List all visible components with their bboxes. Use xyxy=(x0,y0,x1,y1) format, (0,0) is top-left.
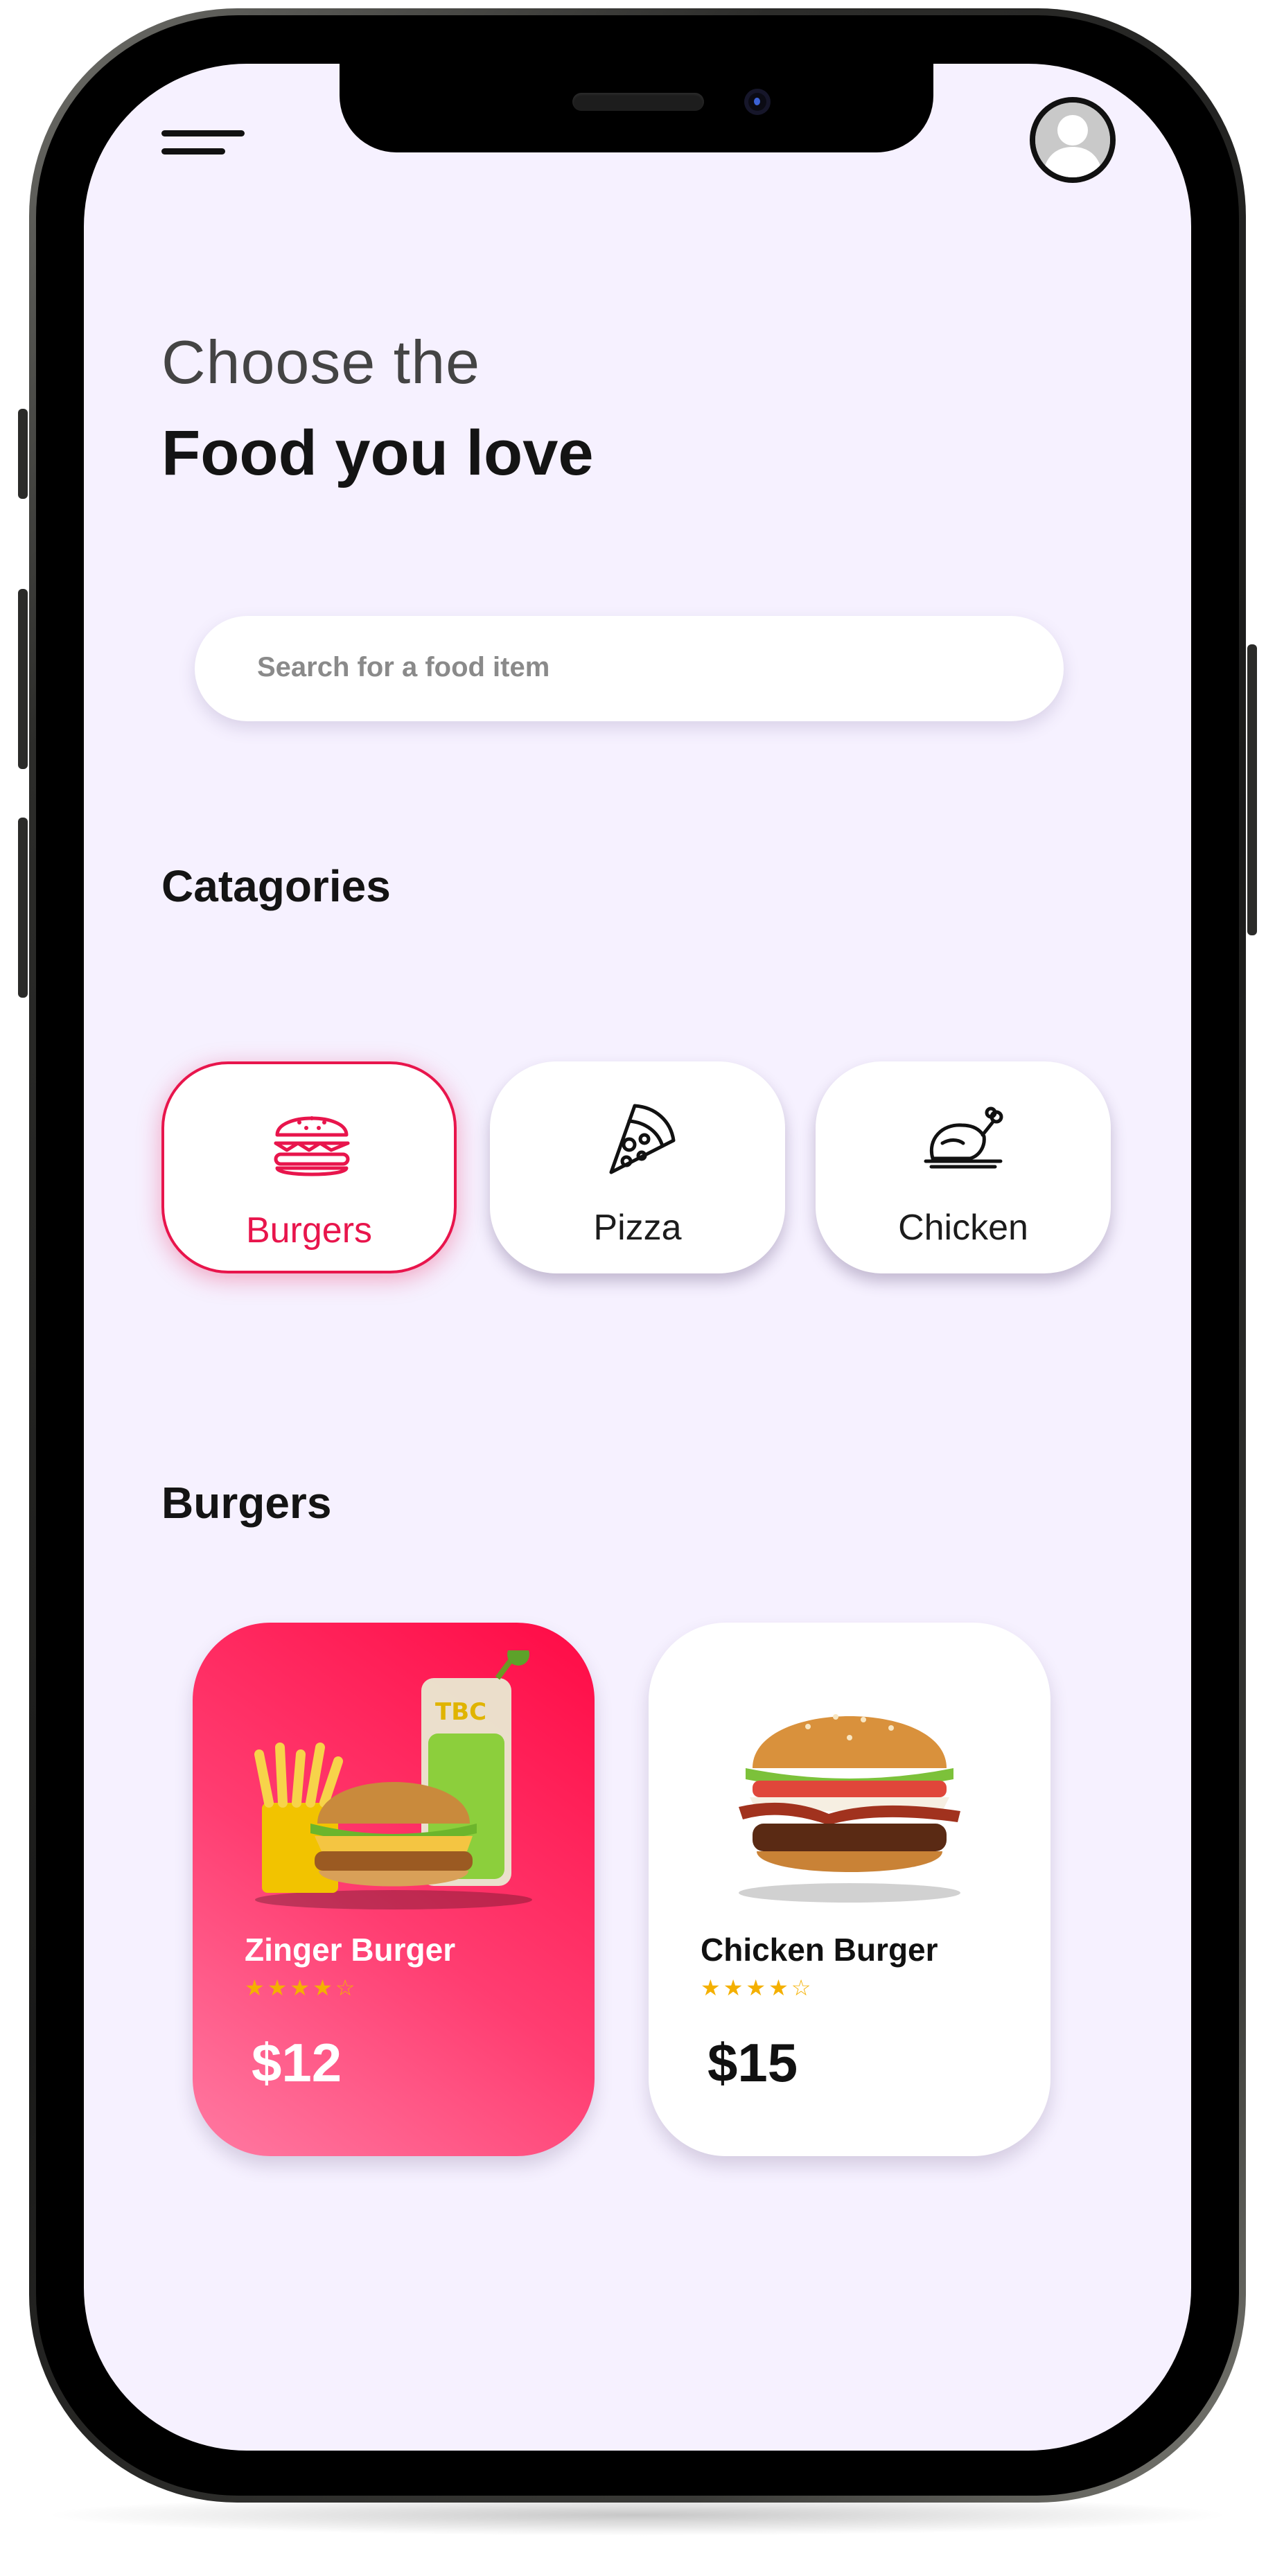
product-name: Zinger Burger xyxy=(245,1932,456,1968)
categories-title: Catagories xyxy=(161,861,391,911)
category-label: Chicken xyxy=(898,1208,1028,1248)
roast-chicken-icon xyxy=(924,1106,1003,1169)
earpiece-speaker xyxy=(572,93,704,111)
category-label: Burgers xyxy=(245,1210,373,1251)
power-button xyxy=(1247,644,1257,935)
pizza-icon xyxy=(609,1104,676,1174)
svg-text:TBC: TBC xyxy=(435,1698,486,1726)
search-input[interactable]: Search for a food item xyxy=(195,616,1064,721)
volume-down-button xyxy=(18,818,28,998)
page-title: Food you love xyxy=(161,418,594,488)
menu-line-1 xyxy=(161,130,245,136)
hamburger-menu-icon[interactable] xyxy=(161,130,245,161)
notch xyxy=(340,64,933,152)
product-card-chicken-burger[interactable]: Chicken Burger ★★★★☆ $15 xyxy=(649,1623,1050,2156)
rating-stars-icon: ★★★★☆ xyxy=(245,1975,358,2001)
chicken-burger-image xyxy=(739,1714,960,1903)
product-card-zinger-burger[interactable]: TBC Zinger Burger ★★★★☆ $12 xyxy=(193,1623,595,2156)
category-chicken[interactable]: Chicken xyxy=(816,1061,1111,1273)
burgers-section-title: Burgers xyxy=(161,1478,332,1528)
page-subtitle: Choose the xyxy=(161,328,481,396)
product-name: Chicken Burger xyxy=(701,1932,938,1968)
silent-switch xyxy=(18,409,28,499)
product-price: $15 xyxy=(707,2032,798,2093)
burger-icon xyxy=(274,1116,350,1176)
category-pizza[interactable]: Pizza xyxy=(490,1061,785,1273)
product-price: $12 xyxy=(252,2032,342,2093)
user-silhouette-icon xyxy=(1035,103,1110,177)
category-label: Pizza xyxy=(593,1208,682,1248)
search-placeholder: Search for a food item xyxy=(257,652,550,682)
app-screen: Choose the Food you love Search for a fo… xyxy=(84,64,1191,2451)
menu-line-2 xyxy=(161,148,225,155)
category-burgers[interactable]: Burgers xyxy=(161,1061,457,1273)
profile-avatar[interactable] xyxy=(1030,97,1116,183)
rating-stars-icon: ★★★★☆ xyxy=(701,1975,814,2001)
front-camera xyxy=(744,89,771,115)
burger-combo-image: TBC xyxy=(254,1650,532,1909)
volume-up-button xyxy=(18,589,28,769)
